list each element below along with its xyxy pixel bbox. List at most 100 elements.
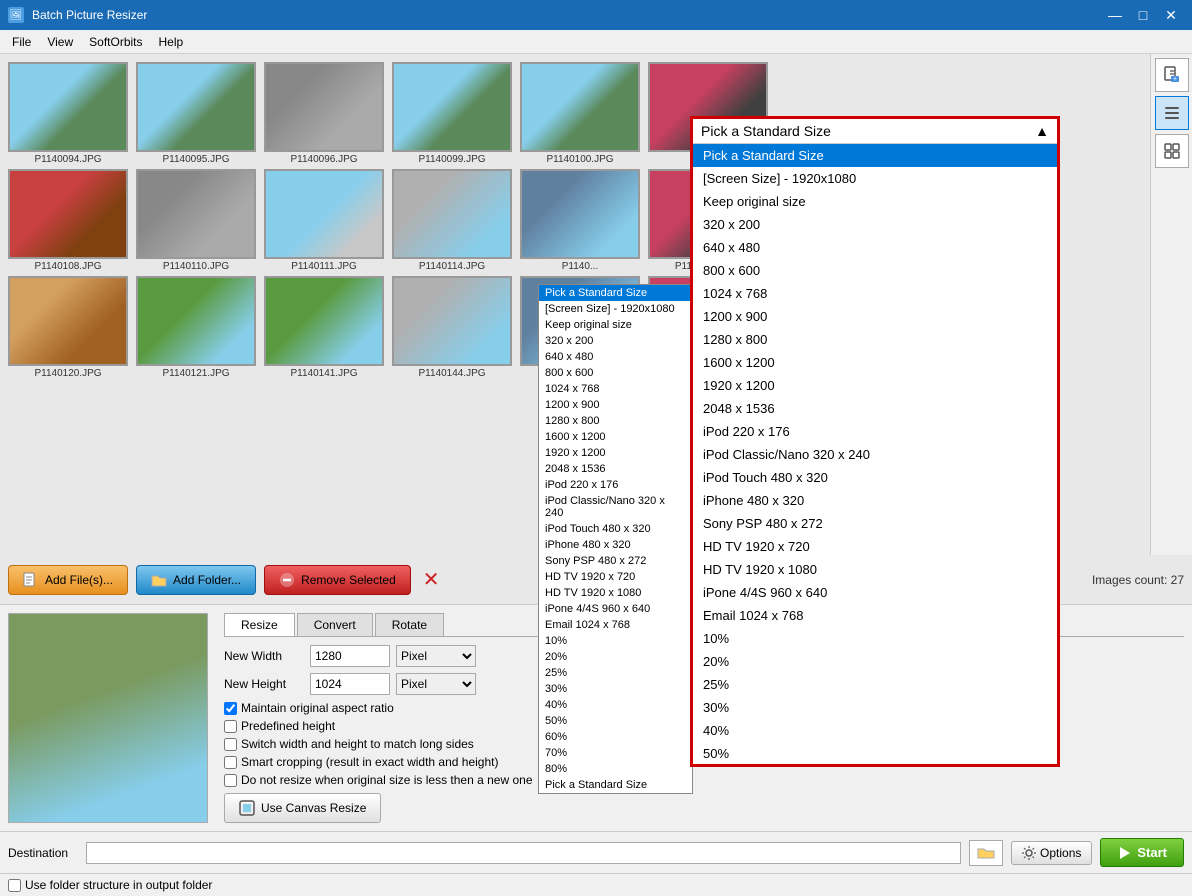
menu-help[interactable]: Help: [151, 33, 192, 51]
mini-option-20[interactable]: Email 1024 x 768: [539, 617, 692, 633]
start-button[interactable]: Start: [1100, 838, 1184, 867]
mini-option-29[interactable]: 80%: [539, 761, 692, 777]
mini-option-12[interactable]: iPod 220 x 176: [539, 477, 692, 493]
size-option-22[interactable]: 20%: [693, 650, 1057, 673]
size-option-21[interactable]: 10%: [693, 627, 1057, 650]
list-item[interactable]: P1140110.JPG: [136, 169, 256, 272]
mini-option-25[interactable]: 40%: [539, 697, 692, 713]
mini-option-11[interactable]: 2048 x 1536: [539, 461, 692, 477]
canvas-resize-button[interactable]: Use Canvas Resize: [224, 793, 381, 823]
mini-option-19[interactable]: iPone 4/4S 960 x 640: [539, 601, 692, 617]
size-picker-header[interactable]: Pick a Standard Size ▲: [693, 119, 1057, 144]
add-folder-button[interactable]: Add Folder...: [136, 565, 256, 595]
add-files-button[interactable]: Add File(s)...: [8, 565, 128, 595]
close-button[interactable]: ✕: [1158, 4, 1184, 26]
menu-view[interactable]: View: [39, 33, 81, 51]
mini-option-24[interactable]: 30%: [539, 681, 692, 697]
mini-option-8[interactable]: 1280 x 800: [539, 413, 692, 429]
size-option-8[interactable]: 1280 x 800: [693, 328, 1057, 351]
mini-option-30[interactable]: Pick a Standard Size: [539, 777, 692, 793]
list-item[interactable]: P1140094.JPG: [8, 62, 128, 165]
maximize-button[interactable]: □: [1130, 4, 1156, 26]
size-option-12[interactable]: iPod 220 x 176: [693, 420, 1057, 443]
size-option-0[interactable]: Pick a Standard Size: [693, 144, 1057, 167]
switch-sides-checkbox[interactable]: [224, 738, 237, 751]
mini-option-9[interactable]: 1600 x 1200: [539, 429, 692, 445]
menu-softorbits[interactable]: SoftOrbits: [81, 33, 150, 51]
size-option-9[interactable]: 1600 x 1200: [693, 351, 1057, 374]
close-x-button[interactable]: ✕: [419, 563, 444, 596]
destination-browse-button[interactable]: [969, 840, 1003, 866]
mini-option-3[interactable]: 320 x 200: [539, 333, 692, 349]
list-item[interactable]: P1140108.JPG: [8, 169, 128, 272]
options-button[interactable]: Options: [1011, 841, 1092, 865]
grid-view-button[interactable]: [1155, 134, 1189, 168]
mini-option-26[interactable]: 50%: [539, 713, 692, 729]
destination-input[interactable]: [86, 842, 961, 864]
menu-file[interactable]: File: [4, 33, 39, 51]
predefined-height-checkbox[interactable]: [224, 720, 237, 733]
mini-option-17[interactable]: HD TV 1920 x 720: [539, 569, 692, 585]
list-item[interactable]: P1140...: [520, 169, 640, 272]
mini-option-27[interactable]: 60%: [539, 729, 692, 745]
mini-option-23[interactable]: 25%: [539, 665, 692, 681]
mini-option-1[interactable]: [Screen Size] - 1920x1080: [539, 301, 692, 317]
list-item[interactable]: P1140100.JPG: [520, 62, 640, 165]
size-option-10[interactable]: 1920 x 1200: [693, 374, 1057, 397]
size-option-18[interactable]: HD TV 1920 x 1080: [693, 558, 1057, 581]
list-item[interactable]: P1140096.JPG: [264, 62, 384, 165]
list-item[interactable]: P1140121.JPG: [136, 276, 256, 379]
aspect-ratio-checkbox[interactable]: [224, 702, 237, 715]
mini-option-14[interactable]: iPod Touch 480 x 320: [539, 521, 692, 537]
tab-rotate[interactable]: Rotate: [375, 613, 444, 636]
mini-option-7[interactable]: 1200 x 900: [539, 397, 692, 413]
mini-option-16[interactable]: Sony PSP 480 x 272: [539, 553, 692, 569]
mini-option-10[interactable]: 1920 x 1200: [539, 445, 692, 461]
mini-option-6[interactable]: 1024 x 768: [539, 381, 692, 397]
tab-convert[interactable]: Convert: [297, 613, 373, 636]
mini-option-4[interactable]: 640 x 480: [539, 349, 692, 365]
list-item[interactable]: P1140095.JPG: [136, 62, 256, 165]
no-resize-checkbox[interactable]: [224, 774, 237, 787]
size-option-13[interactable]: iPod Classic/Nano 320 x 240: [693, 443, 1057, 466]
add-files-sidebar-button[interactable]: +: [1155, 58, 1189, 92]
mini-option-0[interactable]: Pick a Standard Size: [539, 285, 692, 301]
size-option-17[interactable]: HD TV 1920 x 720: [693, 535, 1057, 558]
size-option-7[interactable]: 1200 x 900: [693, 305, 1057, 328]
size-option-15[interactable]: iPhone 480 x 320: [693, 489, 1057, 512]
size-option-6[interactable]: 1024 x 768: [693, 282, 1057, 305]
size-option-19[interactable]: iPone 4/4S 960 x 640: [693, 581, 1057, 604]
mini-option-2[interactable]: Keep original size: [539, 317, 692, 333]
remove-selected-button[interactable]: Remove Selected: [264, 565, 411, 595]
mini-option-15[interactable]: iPhone 480 x 320: [539, 537, 692, 553]
size-option-14[interactable]: iPod Touch 480 x 320: [693, 466, 1057, 489]
mini-option-21[interactable]: 10%: [539, 633, 692, 649]
mini-option-22[interactable]: 20%: [539, 649, 692, 665]
list-item[interactable]: P1140111.JPG: [264, 169, 384, 272]
tab-resize[interactable]: Resize: [224, 613, 295, 636]
size-option-23[interactable]: 25%: [693, 673, 1057, 696]
list-item[interactable]: P1140099.JPG: [392, 62, 512, 165]
size-option-1[interactable]: [Screen Size] - 1920x1080: [693, 167, 1057, 190]
height-unit-select[interactable]: Pixel Percent: [396, 673, 476, 695]
size-option-25[interactable]: 40%: [693, 719, 1057, 742]
mini-option-18[interactable]: HD TV 1920 x 1080: [539, 585, 692, 601]
mini-option-5[interactable]: 800 x 600: [539, 365, 692, 381]
height-input[interactable]: [310, 673, 390, 695]
list-view-button[interactable]: [1155, 96, 1189, 130]
list-item[interactable]: P1140141.JPG: [264, 276, 384, 379]
size-option-11[interactable]: 2048 x 1536: [693, 397, 1057, 420]
size-option-2[interactable]: Keep original size: [693, 190, 1057, 213]
mini-option-28[interactable]: 70%: [539, 745, 692, 761]
size-option-26[interactable]: 50%: [693, 742, 1057, 764]
size-option-5[interactable]: 800 x 600: [693, 259, 1057, 282]
smart-crop-checkbox[interactable]: [224, 756, 237, 769]
size-option-20[interactable]: Email 1024 x 768: [693, 604, 1057, 627]
size-option-3[interactable]: 320 x 200: [693, 213, 1057, 236]
list-item[interactable]: P1140120.JPG: [8, 276, 128, 379]
width-unit-select[interactable]: Pixel Percent: [396, 645, 476, 667]
size-option-4[interactable]: 640 x 480: [693, 236, 1057, 259]
list-item[interactable]: P1140144.JPG: [392, 276, 512, 379]
folder-structure-checkbox[interactable]: [8, 879, 21, 892]
width-input[interactable]: [310, 645, 390, 667]
